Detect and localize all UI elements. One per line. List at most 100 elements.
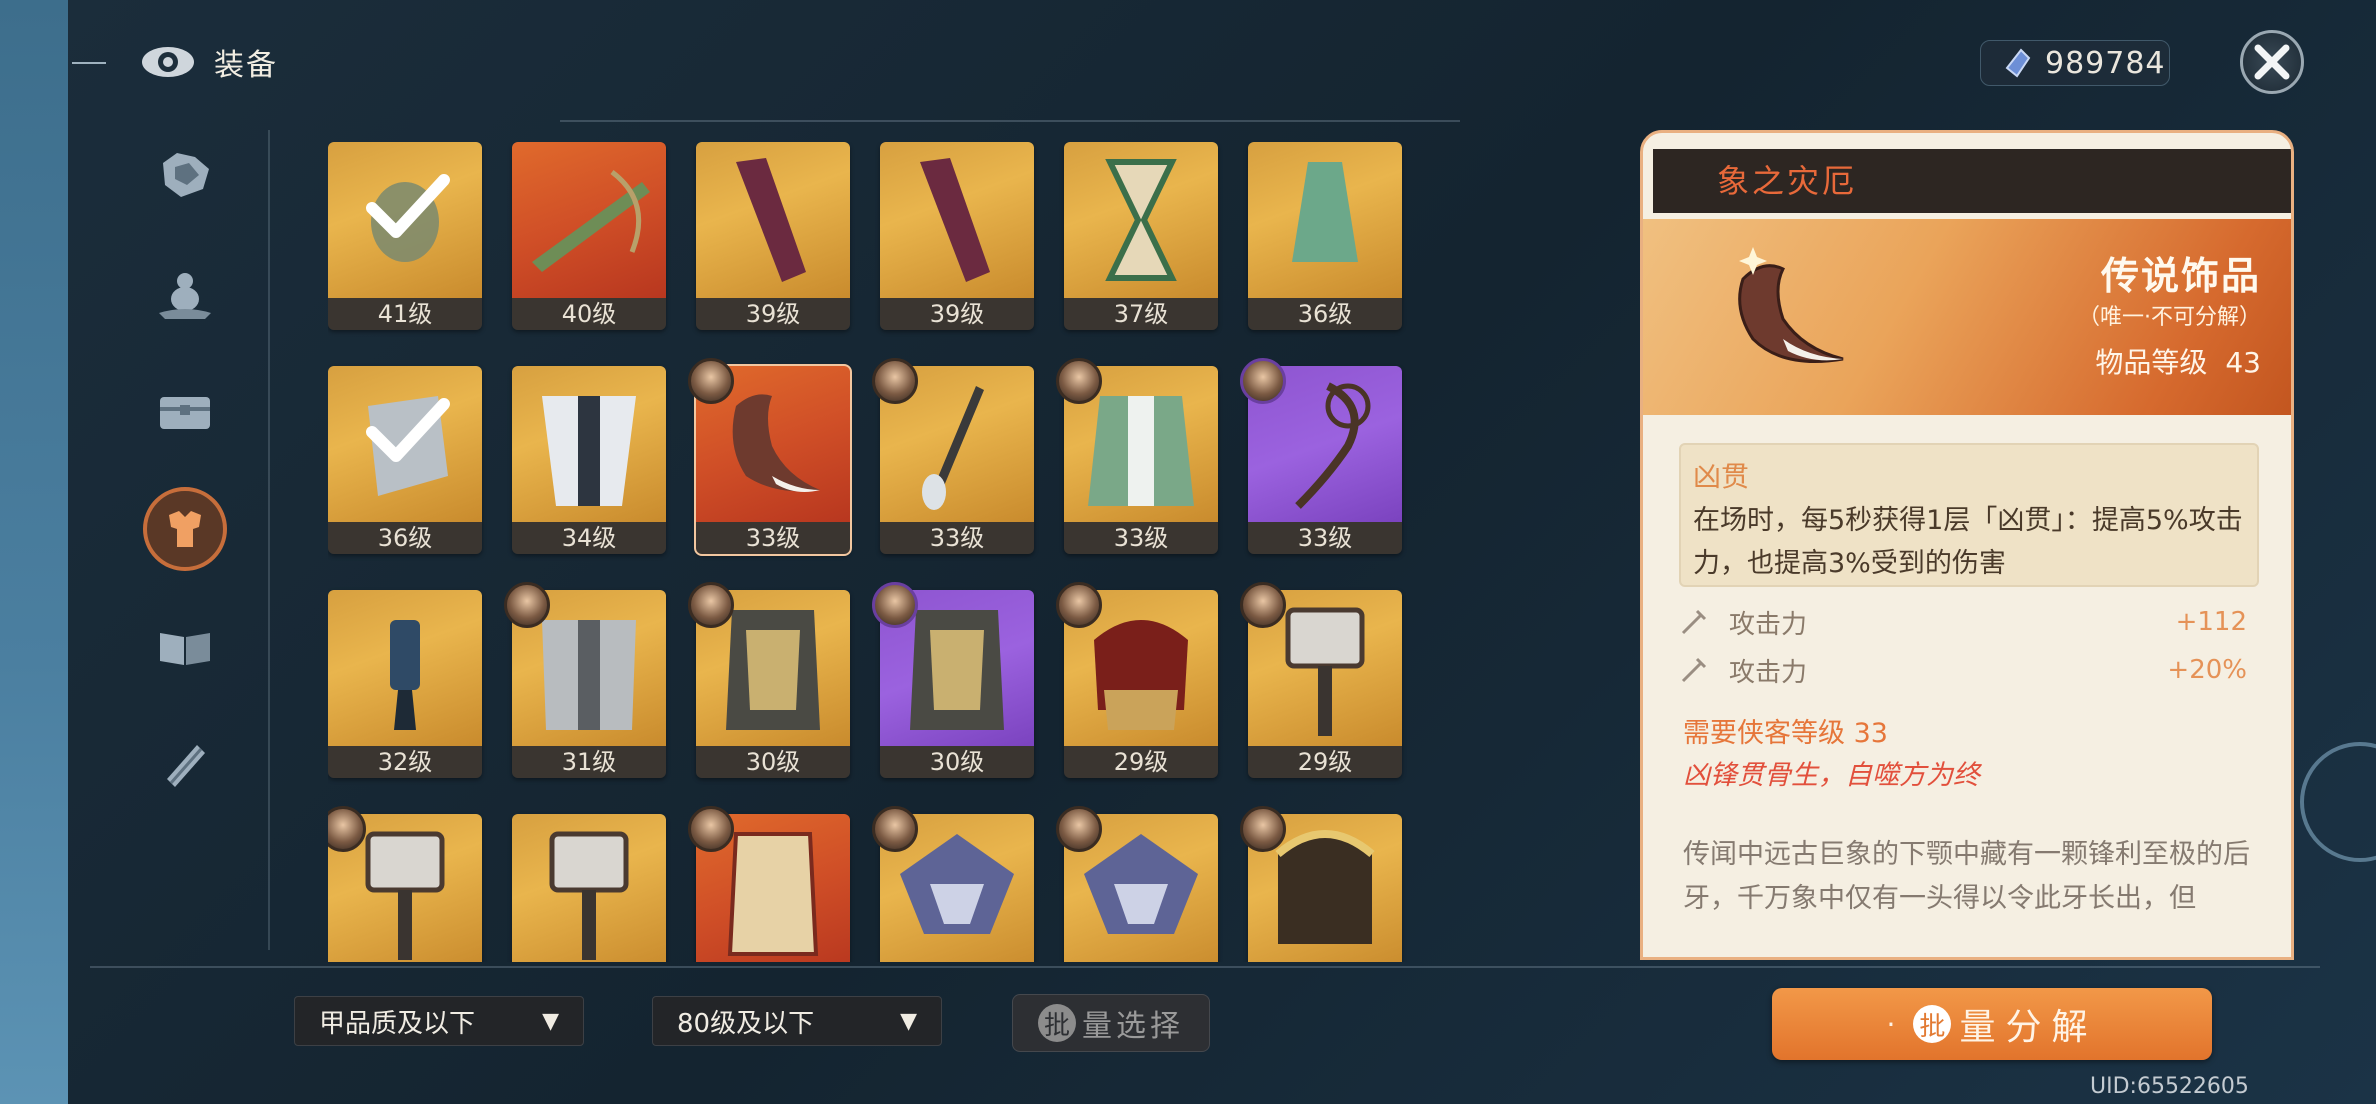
book-icon (160, 633, 210, 665)
sidebar-item-scroll[interactable] (140, 720, 230, 810)
equipment-icon (532, 170, 650, 272)
equipment-item[interactable]: 29级 (1240, 582, 1402, 778)
item-card (512, 814, 666, 962)
item-card: 39级 (880, 142, 1034, 330)
eye-icon[interactable] (140, 44, 196, 80)
sidebar-item-chest[interactable] (140, 366, 230, 456)
item-motto: 凶锋贯骨生，自噬方为终 (1683, 760, 1980, 791)
equipment-item[interactable]: 36级 (328, 366, 482, 554)
sidebar-item-gourd[interactable] (140, 248, 230, 338)
hero-avatar (1240, 582, 1286, 628)
equipment-icon (542, 396, 636, 506)
equipment-item[interactable]: 30级 (688, 582, 850, 778)
item-art (1248, 142, 1402, 298)
item-level: 30级 (696, 746, 850, 778)
hero-avatar (1240, 806, 1286, 852)
item-level-value: 43 (2225, 346, 2261, 379)
equipment-item[interactable]: 41级 (328, 142, 482, 330)
equipment-item[interactable]: 39级 (880, 142, 1034, 330)
item-level: 34级 (512, 522, 666, 554)
equipment-item[interactable] (1056, 806, 1218, 962)
sword-icon (1681, 657, 1707, 683)
batch-decompose-label: 量分解 (1959, 1007, 2098, 1048)
item-level: 29级 (1248, 746, 1402, 778)
item-art (512, 814, 666, 962)
skill-description: 在场时，每5秒获得1层「凶贯」：提高5%攻击力，也提高3%受到的伤害 (1693, 505, 2243, 579)
item-level: 33级 (1064, 522, 1218, 554)
equipment-item[interactable]: 34级 (512, 366, 666, 554)
equipment-item[interactable] (512, 814, 666, 962)
header: 装备 (72, 30, 278, 94)
batch-select-badge: 批 (1038, 1004, 1076, 1042)
item-level: 40级 (512, 298, 666, 330)
sword-icon (1681, 609, 1707, 635)
equipment-item[interactable]: 29级 (1056, 582, 1218, 778)
rarity-label: 传说饰品 (2100, 254, 2261, 298)
sidebar-item-book[interactable] (140, 602, 230, 692)
item-level: 33级 (696, 522, 850, 554)
batch-decompose-button[interactable]: · 批 量分解 (1772, 988, 2212, 1060)
equipment-item[interactable] (688, 806, 850, 962)
hero-avatar (688, 358, 734, 404)
item-art (512, 366, 666, 522)
batch-select-button[interactable]: 批 量选择 (1012, 994, 1210, 1052)
item-level: 30级 (880, 746, 1034, 778)
skill-name: 凶贯 (1693, 460, 1750, 493)
equipment-item[interactable]: 39级 (696, 142, 850, 330)
item-level: 31级 (512, 746, 666, 778)
batch-decompose-badge: 批 (1913, 1005, 1952, 1043)
level-filter-label: 80级及以下 (677, 1008, 815, 1039)
equipment-icon (920, 158, 990, 282)
item-level: 29级 (1064, 746, 1218, 778)
equipment-item[interactable]: 33级 (1056, 358, 1218, 554)
equipment-item[interactable] (1240, 806, 1402, 962)
equipment-item[interactable]: 30级 (872, 582, 1034, 778)
item-level: 39级 (880, 298, 1034, 330)
item-level: 37级 (1064, 298, 1218, 330)
equipment-item[interactable]: 33级 (1240, 358, 1402, 554)
item-detail-panel: 象之灾厄 传说饰品 （唯一·不可分解） 物品等级 43 凶贯 在场时，每5秒获得1… (1640, 130, 2294, 960)
gem-cluster-icon (163, 153, 209, 197)
item-art (1064, 142, 1218, 298)
hero-avatar (1240, 358, 1286, 404)
rarity-note: （唯一·不可分解） (2078, 305, 2261, 330)
equipment-item[interactable]: 33级 (872, 358, 1034, 554)
equipment-item[interactable]: 37级 (1064, 142, 1218, 330)
equipment-icon (390, 620, 420, 730)
quality-filter-dropdown[interactable]: 甲品质及以下 ▼ (294, 996, 584, 1046)
equipment-item[interactable] (872, 806, 1034, 962)
page-title: 装备 (214, 48, 278, 83)
equipment-icon (549, 831, 629, 960)
hero-avatar (504, 582, 550, 628)
checkmark-icon (366, 396, 450, 470)
sidebar-item-gems[interactable] (140, 130, 230, 220)
item-card: 34级 (512, 366, 666, 554)
equipment-item[interactable]: 31级 (504, 582, 666, 778)
equipment-item[interactable]: 40级 (512, 142, 666, 330)
hero-avatar (1056, 358, 1102, 404)
level-filter-dropdown[interactable]: 80级及以下 ▼ (652, 996, 942, 1046)
item-card: 37级 (1064, 142, 1218, 330)
hero-avatar (1056, 806, 1102, 852)
stat-row: 攻击力 +20% (1679, 647, 2259, 693)
item-name: 象之灾厄 (1717, 162, 1858, 200)
equipment-item[interactable] (328, 806, 482, 962)
equipment-icon (1105, 159, 1177, 281)
equipment-grid: 41级 40级 39级 39级 37级 36级 36级 34级 33级 33级 33级 33级 32级 3… (328, 142, 1408, 962)
item-art (512, 142, 666, 298)
crystal-icon (2005, 48, 2031, 78)
close-button[interactable] (2240, 30, 2304, 94)
item-level: 39级 (696, 298, 850, 330)
equipment-item[interactable]: 36级 (1248, 142, 1402, 330)
equipment-item[interactable]: 33级 (688, 358, 852, 556)
item-card: 32级 (328, 590, 482, 778)
item-level-row: 物品等级 43 (2095, 341, 2261, 381)
item-lore[interactable]: 传闻中远古巨象的下颚中藏有一颗锋利至极的后牙，千万象中仅有一头得以令此牙长出，但 (1683, 833, 2263, 921)
sidebar-item-equipment[interactable] (140, 484, 230, 574)
stat-value: +20% (2167, 655, 2247, 685)
equipment-item[interactable]: 32级 (328, 590, 482, 778)
gourd-icon (159, 273, 211, 319)
item-card: 40级 (512, 142, 666, 330)
active-indicator (143, 487, 227, 571)
currency-display: 989784 (1980, 40, 2170, 86)
